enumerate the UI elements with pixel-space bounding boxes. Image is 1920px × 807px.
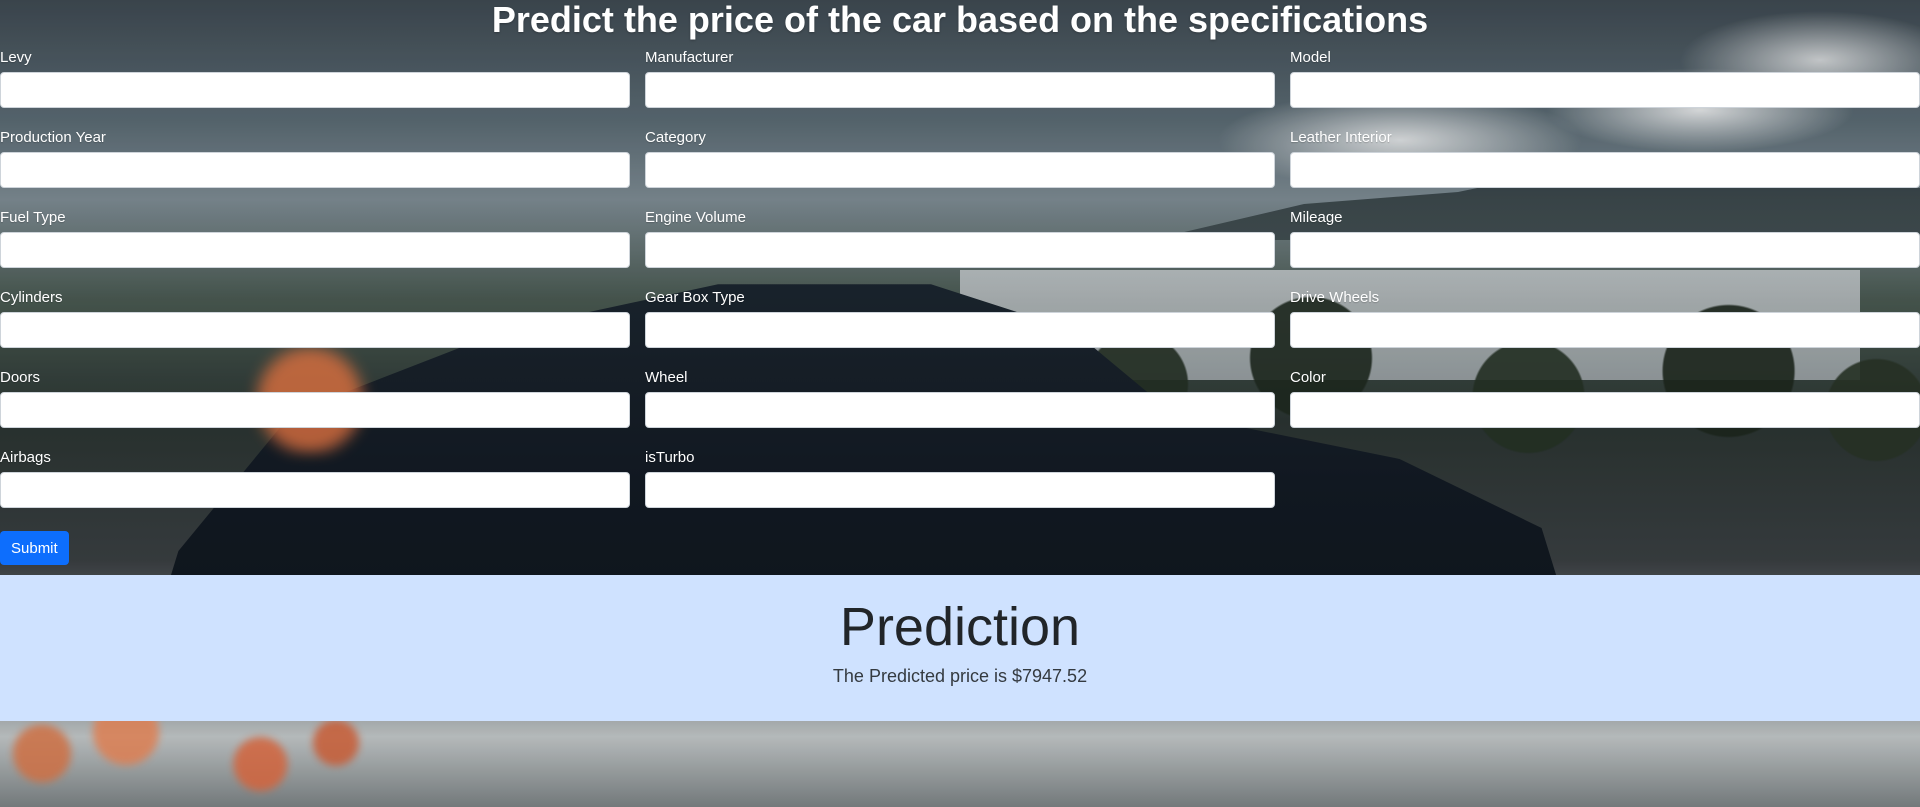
drive-wheels-input[interactable]: [1290, 312, 1920, 348]
field-color: Color: [1290, 367, 1920, 447]
field-gear-box-type: Gear Box Type: [645, 287, 1275, 367]
leather-interior-input[interactable]: [1290, 152, 1920, 188]
field-label: Model: [1290, 49, 1331, 66]
field-label: Manufacturer: [645, 49, 734, 66]
field-wheel: Wheel: [645, 367, 1275, 447]
field-label: Production Year: [0, 129, 106, 146]
model-input[interactable]: [1290, 72, 1920, 108]
field-cylinders: Cylinders: [0, 287, 630, 367]
field-doors: Doors: [0, 367, 630, 447]
field-label: Cylinders: [0, 289, 63, 306]
field-label: Levy: [0, 49, 32, 66]
prediction-title: Prediction: [839, 597, 1081, 657]
field-mileage: Mileage: [1290, 207, 1920, 287]
field-label: Category: [645, 129, 706, 146]
doors-input[interactable]: [0, 392, 630, 428]
form-grid: Levy Manufacturer Model Production Year …: [0, 47, 1920, 527]
color-input[interactable]: [1290, 392, 1920, 428]
field-label: Gear Box Type: [645, 289, 745, 306]
prediction-result-text: The Predicted price is $7947.52: [832, 666, 1088, 686]
field-label: isTurbo: [645, 449, 695, 466]
cylinders-input[interactable]: [0, 312, 630, 348]
field-label: Mileage: [1290, 209, 1343, 226]
field-label: Fuel Type: [0, 209, 66, 226]
is-turbo-input[interactable]: [645, 472, 1275, 508]
page: Predict the price of the car based on th…: [0, 0, 1920, 807]
engine-volume-input[interactable]: [645, 232, 1275, 268]
field-is-turbo: isTurbo: [645, 447, 1275, 527]
field-engine-volume: Engine Volume: [645, 207, 1275, 287]
prediction-panel: Prediction The Predicted price is $7947.…: [0, 575, 1920, 721]
field-airbags: Airbags: [0, 447, 630, 527]
field-label: Airbags: [0, 449, 51, 466]
mileage-input[interactable]: [1290, 232, 1920, 268]
field-levy: Levy: [0, 47, 630, 127]
field-category: Category: [645, 127, 1275, 207]
field-label: Color: [1290, 369, 1326, 386]
field-leather-interior: Leather Interior: [1290, 127, 1920, 207]
field-fuel-type: Fuel Type: [0, 207, 630, 287]
wheel-input[interactable]: [645, 392, 1275, 428]
field-label: Drive Wheels: [1290, 289, 1380, 306]
field-production-year: Production Year: [0, 127, 630, 207]
main-content: Predict the price of the car based on th…: [0, 0, 1920, 565]
field-label: Doors: [0, 369, 41, 386]
field-model: Model: [1290, 47, 1920, 127]
manufacturer-input[interactable]: [645, 72, 1275, 108]
gear-box-type-input[interactable]: [645, 312, 1275, 348]
field-label: Engine Volume: [645, 209, 746, 226]
field-drive-wheels: Drive Wheels: [1290, 287, 1920, 367]
submit-button[interactable]: Submit: [0, 531, 69, 565]
field-manufacturer: Manufacturer: [645, 47, 1275, 127]
category-input[interactable]: [645, 152, 1275, 188]
production-year-input[interactable]: [0, 152, 630, 188]
levy-input[interactable]: [0, 72, 630, 108]
field-label: Leather Interior: [1290, 129, 1392, 146]
prediction-form: Levy Manufacturer Model Production Year …: [0, 47, 1920, 565]
field-label: Wheel: [645, 369, 688, 386]
airbags-input[interactable]: [0, 472, 630, 508]
page-title: Predict the price of the car based on th…: [491, 0, 1429, 40]
fuel-type-input[interactable]: [0, 232, 630, 268]
